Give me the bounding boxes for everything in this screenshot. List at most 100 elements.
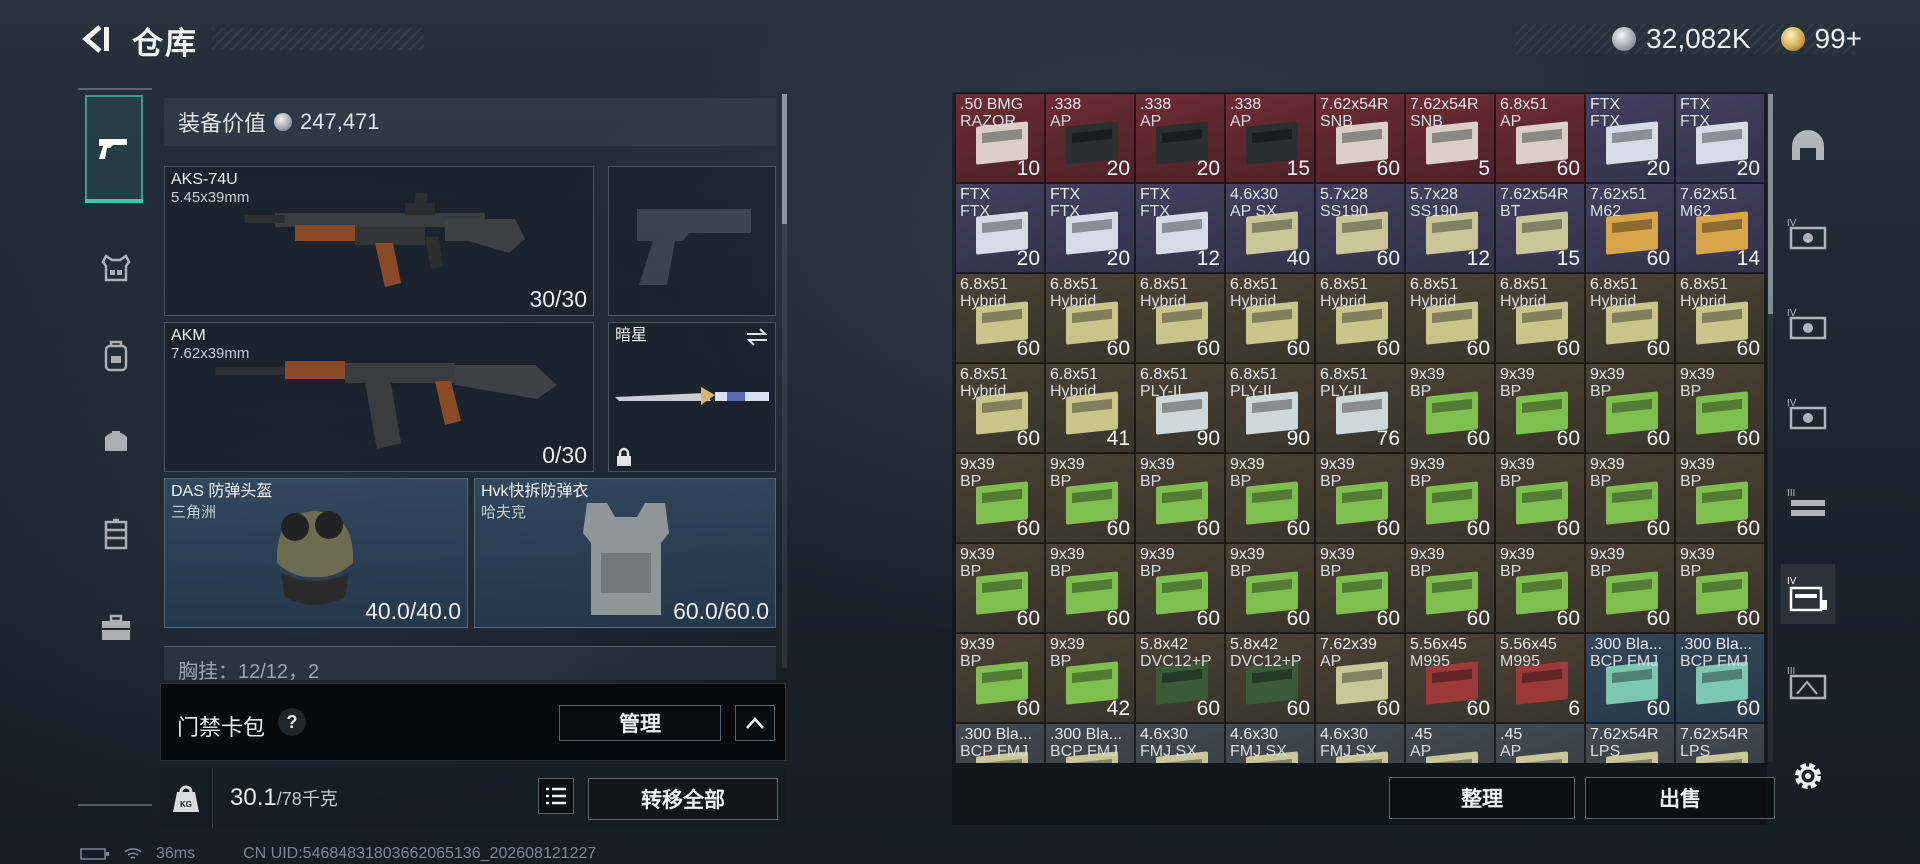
list-view-button[interactable] [538, 778, 574, 814]
ammo-item-cell[interactable]: 6.8x51 Hybrid 41 [1045, 363, 1135, 453]
ammo-item-cell[interactable]: 5.56x45 M995 60 [1405, 633, 1495, 723]
ammo-item-cell[interactable]: 6.8x51 Hybrid 60 [1675, 273, 1765, 363]
ammo-item-cell[interactable]: 9x39 BP 60 [1675, 543, 1765, 633]
transfer-all-button[interactable]: 转移全部 [588, 778, 778, 820]
sort-button[interactable]: 整理 [1389, 777, 1575, 819]
nav-medical-pouch[interactable] [86, 410, 146, 470]
ammo-item-cell[interactable]: 9x39 BP 60 [1315, 543, 1405, 633]
ammo-item-cell[interactable]: 9x39 BP 60 [1315, 453, 1405, 543]
ammo-item-cell[interactable]: 6.8x51 Hybrid 60 [1495, 273, 1585, 363]
ammo-item-cell[interactable]: 9x39 BP 60 [955, 453, 1045, 543]
nav-chest-rig[interactable] [86, 238, 146, 298]
ammo-item-cell[interactable]: 6.8x51 Hybrid 60 [955, 363, 1045, 453]
ammo-item-cell[interactable]: 7.62x54R BT 15 [1495, 183, 1585, 273]
gold-amount[interactable]: 99+ [1815, 23, 1863, 55]
swap-arrows-icon[interactable] [745, 327, 769, 347]
ammo-item-cell[interactable]: 6.8x51 Hybrid 60 [955, 273, 1045, 363]
ammo-item-cell[interactable]: .338 AP 20 [1045, 93, 1135, 183]
ammo-item-cell[interactable]: .45 AP [1495, 723, 1585, 763]
ammo-item-cell[interactable]: 6.8x51 Hybrid 60 [1315, 273, 1405, 363]
ammo-item-cell[interactable]: 4.6x30 FMJ SX [1225, 723, 1315, 763]
ammo-item-cell[interactable]: .338 AP 20 [1135, 93, 1225, 183]
ammo-item-cell[interactable]: 7.62x54R LPS [1675, 723, 1765, 763]
ammo-item-cell[interactable]: .300 Bla... BCP FMJ 60 [1675, 633, 1765, 723]
ammo-item-cell[interactable]: 6.8x51 Hybrid 60 [1135, 273, 1225, 363]
ammo-item-cell[interactable]: 9x39 BP 60 [1225, 543, 1315, 633]
ammo-item-cell[interactable]: 9x39 BP 60 [955, 543, 1045, 633]
scroll-thumb[interactable] [782, 94, 787, 224]
ammo-item-cell[interactable]: .300 Bla... BCP FMJ [955, 723, 1045, 763]
ammo-item-cell[interactable]: 9x39 BP 60 [1225, 453, 1315, 543]
ammo-item-cell[interactable]: FTX FTX 20 [955, 183, 1045, 273]
ammo-item-cell[interactable]: 9x39 BP 60 [1585, 363, 1675, 453]
nav-weapons[interactable] [85, 95, 143, 203]
ammo-item-cell[interactable]: .338 AP 15 [1225, 93, 1315, 183]
ammo-item-cell[interactable]: 9x39 BP 60 [1675, 453, 1765, 543]
stash-scrollbar[interactable] [1768, 94, 1773, 762]
ammo-item-cell[interactable]: FTX FTX 12 [1135, 183, 1225, 273]
ammo-item-cell[interactable]: 5.8x42 DVC12+P 60 [1225, 633, 1315, 723]
ammo-item-cell[interactable]: 6.8x51 PLY-II 90 [1135, 363, 1225, 453]
ammo-item-cell[interactable]: FTX FTX 20 [1045, 183, 1135, 273]
ammo-item-cell[interactable]: 9x39 BP 60 [1495, 363, 1585, 453]
settings-button[interactable] [1784, 752, 1832, 800]
ammo-item-cell[interactable]: FTX FTX 20 [1675, 93, 1765, 183]
ammo-item-cell[interactable]: 7.62x39 AP 60 [1315, 633, 1405, 723]
nav-locker[interactable] [86, 504, 146, 564]
ammo-item-cell[interactable]: 7.62x54R SNB 60 [1315, 93, 1405, 183]
ammo-item-cell[interactable]: FTX FTX 20 [1585, 93, 1675, 183]
sell-button[interactable]: 出售 [1585, 777, 1775, 819]
ammo-item-cell[interactable]: 9x39 BP 60 [1135, 453, 1225, 543]
help-button[interactable]: ? [278, 708, 306, 736]
ammo-item-cell[interactable]: 7.62x54R SNB 5 [1405, 93, 1495, 183]
ammo-item-cell[interactable]: 9x39 BP 60 [1045, 543, 1135, 633]
ammo-item-cell[interactable]: 9x39 BP 60 [1405, 453, 1495, 543]
loadout-scrollbar[interactable] [782, 94, 787, 668]
ammo-item-cell[interactable]: 7.62x54R LPS [1585, 723, 1675, 763]
ammo-item-cell[interactable]: 9x39 BP 60 [1585, 453, 1675, 543]
primary-weapon-slot[interactable]: AKS-74U 5.45x39mm 30/30 [164, 166, 594, 316]
ammo-item-cell[interactable]: 5.8x42 DVC12+P 60 [1135, 633, 1225, 723]
nav-backpack[interactable] [86, 326, 146, 386]
melee-slot[interactable]: 暗星 [608, 322, 776, 472]
expand-button[interactable] [735, 705, 775, 741]
ammo-item-cell[interactable]: 6.8x51 Hybrid 60 [1405, 273, 1495, 363]
ammo-item-cell[interactable]: 9x39 BP 42 [1045, 633, 1135, 723]
rail-container-6[interactable]: III [1784, 658, 1832, 706]
scroll-thumb[interactable] [1768, 94, 1773, 314]
ammo-item-cell[interactable]: 9x39 BP 60 [1405, 363, 1495, 453]
ammo-item-cell[interactable]: .300 Bla... BCP FMJ 60 [1585, 633, 1675, 723]
ammo-item-cell[interactable]: 9x39 BP 60 [955, 633, 1045, 723]
secondary-weapon-slot[interactable]: AKM 7.62x39mm 0/30 [164, 322, 594, 472]
ammo-item-cell[interactable]: 9x39 BP 60 [1495, 543, 1585, 633]
rail-helmet-slot[interactable] [1784, 122, 1832, 170]
ammo-item-cell[interactable]: 9x39 BP 60 [1495, 453, 1585, 543]
ammo-item-cell[interactable]: 9x39 BP 60 [1675, 363, 1765, 453]
ammo-item-cell[interactable]: 9x39 BP 60 [1045, 453, 1135, 543]
ammo-item-cell[interactable]: 5.56x45 M995 6 [1495, 633, 1585, 723]
back-button[interactable] [76, 20, 114, 58]
rail-container-2[interactable]: IV [1784, 300, 1832, 348]
ammo-item-cell[interactable]: 7.62x51 M62 14 [1675, 183, 1765, 273]
armor-slot[interactable]: Hvk快拆防弹衣 哈夫克 60.0/60.0 [474, 478, 776, 628]
rail-container-4[interactable]: III [1784, 480, 1832, 528]
ammo-item-cell[interactable]: 7.62x51 M62 60 [1585, 183, 1675, 273]
nav-case[interactable] [86, 598, 146, 658]
ammo-item-cell[interactable]: 6.8x51 AP 60 [1495, 93, 1585, 183]
ammo-item-cell[interactable]: 9x39 BP 60 [1585, 543, 1675, 633]
rail-container-5-active[interactable]: IV [1781, 564, 1835, 624]
ammo-item-cell[interactable]: .45 AP [1405, 723, 1495, 763]
ammo-item-cell[interactable]: 5.7x28 SS190 12 [1405, 183, 1495, 273]
ammo-item-cell[interactable]: 4.6x30 FMJ SX [1315, 723, 1405, 763]
ammo-item-cell[interactable]: 6.8x51 Hybrid 60 [1045, 273, 1135, 363]
ammo-item-cell[interactable]: .50 BMG RAZOR 10 [955, 93, 1045, 183]
pistol-slot-empty[interactable] [608, 166, 776, 316]
ammo-item-cell[interactable]: .300 Bla... BCP FMJ [1045, 723, 1135, 763]
manage-button[interactable]: 管理 [559, 705, 721, 741]
ammo-item-cell[interactable]: 6.8x51 PLY-II 76 [1315, 363, 1405, 453]
ammo-item-cell[interactable]: 5.7x28 SS190 60 [1315, 183, 1405, 273]
ammo-item-cell[interactable]: 4.6x30 AP SX 40 [1225, 183, 1315, 273]
helmet-slot[interactable]: DAS 防弹头盔 三角洲 40.0/40.0 [164, 478, 468, 628]
rail-container-3[interactable]: IV [1784, 390, 1832, 438]
chest-rig-row-peek[interactable]: 胸挂：12/12，2 [164, 646, 776, 680]
